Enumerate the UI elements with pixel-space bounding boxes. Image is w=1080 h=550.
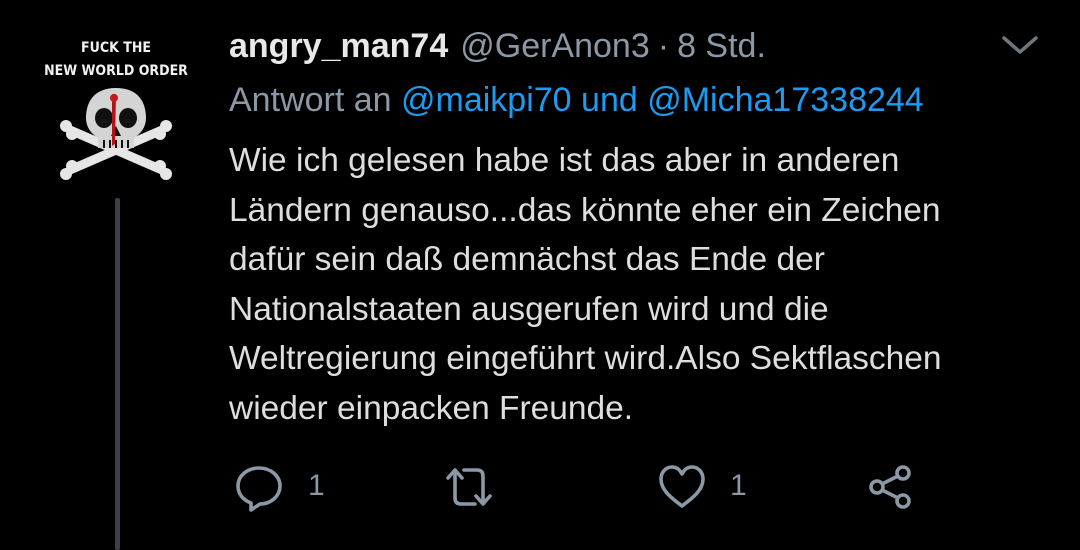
tweet-body-line: Ländern genauso...das könnte eher ein Ze… bbox=[229, 191, 941, 229]
thread-connector-line bbox=[115, 198, 120, 550]
tweet-header: angry_man74 @GerAnon3 · 8 Std. bbox=[229, 24, 766, 68]
header-separator: · bbox=[657, 27, 670, 65]
tweet-timestamp[interactable]: 8 Std. bbox=[677, 24, 766, 68]
like-count: 1 bbox=[730, 469, 747, 502]
tweet-body-line: Nationalstaaten ausgerufen wird und die bbox=[229, 290, 829, 328]
share-icon[interactable] bbox=[864, 460, 918, 514]
avatar-caption-bottom: NEW WORLD ORDER bbox=[44, 63, 188, 79]
tweet-body-line: dafür sein daß demnächst das Ende der bbox=[229, 241, 825, 279]
skull-crossbones-icon bbox=[60, 88, 172, 180]
tweet-body-line: wieder einpacken Freunde. bbox=[229, 389, 634, 427]
reply-mention-link[interactable]: @Micha17338244 bbox=[647, 81, 923, 119]
tweet-body: Wie ich gelesen habe ist das aber in and… bbox=[229, 136, 1059, 434]
user-handle[interactable]: @GerAnon3 bbox=[460, 24, 650, 68]
reply-count: 1 bbox=[308, 469, 325, 502]
avatar-caption-top: FUCK THE bbox=[81, 40, 151, 56]
avatar[interactable]: FUCK THE NEW WORLD ORDER bbox=[40, 30, 192, 182]
reply-context: Antwort an @maikpi70 und @Micha17338244 bbox=[229, 78, 924, 122]
reply-and-label[interactable]: und bbox=[581, 81, 638, 119]
retweet-icon[interactable] bbox=[442, 460, 496, 514]
tweet-body-line: Wie ich gelesen habe ist das aber in and… bbox=[229, 142, 900, 179]
reply-icon[interactable] bbox=[232, 460, 286, 514]
display-name[interactable]: angry_man74 bbox=[229, 24, 448, 68]
tweet-body-line: Weltregierung eingeführt wird.Also Sektf… bbox=[229, 340, 942, 378]
chevron-down-icon[interactable] bbox=[1000, 30, 1040, 60]
like-icon[interactable] bbox=[655, 460, 709, 514]
reply-mention-link[interactable]: @maikpi70 bbox=[401, 81, 572, 119]
reply-prefix: Antwort an bbox=[229, 81, 392, 119]
